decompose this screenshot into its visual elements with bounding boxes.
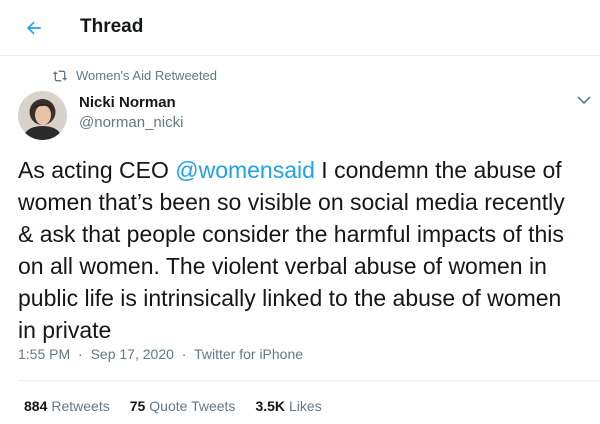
- quote-tweets-label: Quote Tweets: [149, 398, 236, 414]
- author-handle[interactable]: @norman_nicki: [79, 114, 183, 131]
- mention-link[interactable]: @womensaid: [175, 157, 315, 183]
- tweet-source[interactable]: Twitter for iPhone: [194, 346, 303, 362]
- tweet-text-prefix: As acting CEO: [18, 157, 176, 183]
- back-arrow-icon: [27, 21, 41, 35]
- avatar[interactable]: [18, 91, 67, 140]
- likes-stat[interactable]: 3.5K Likes: [255, 398, 321, 414]
- retweets-count: 884: [24, 398, 48, 414]
- retweet-context[interactable]: Women's Aid Retweeted: [52, 68, 217, 83]
- divider: [18, 380, 600, 381]
- avatar-image: [18, 91, 67, 140]
- retweet-icon: [52, 70, 68, 81]
- retweet-label: Women's Aid Retweeted: [76, 68, 217, 83]
- tweet-text: As acting CEO @womensaid I condemn the a…: [18, 154, 584, 346]
- back-button[interactable]: [18, 12, 50, 44]
- more-options-button[interactable]: [574, 92, 594, 108]
- tweet-metadata: 1:55 PM · Sep 17, 2020 · Twitter for iPh…: [18, 346, 303, 362]
- likes-label: Likes: [289, 398, 322, 414]
- likes-count: 3.5K: [255, 398, 286, 414]
- chevron-down-icon: [577, 96, 591, 105]
- quote-tweets-count: 75: [129, 398, 146, 414]
- meta-separator: ·: [181, 346, 187, 362]
- thread-header: Thread: [0, 0, 600, 56]
- meta-separator: ·: [78, 346, 83, 362]
- page-title: Thread: [80, 16, 144, 37]
- quote-tweets-stat[interactable]: 75 Quote Tweets: [130, 398, 236, 414]
- tweet-time[interactable]: 1:55 PM: [18, 346, 70, 362]
- tweet-date[interactable]: Sep 17, 2020: [91, 346, 174, 362]
- tweet-text-body: I condemn the abuse of women that’s been…: [18, 157, 565, 343]
- author-name[interactable]: Nicki Norman: [79, 94, 176, 111]
- tweet-stats: 884 Retweets 75 Quote Tweets 3.5K Likes: [24, 398, 342, 414]
- retweets-label: Retweets: [51, 398, 110, 414]
- retweets-stat[interactable]: 884 Retweets: [24, 398, 110, 414]
